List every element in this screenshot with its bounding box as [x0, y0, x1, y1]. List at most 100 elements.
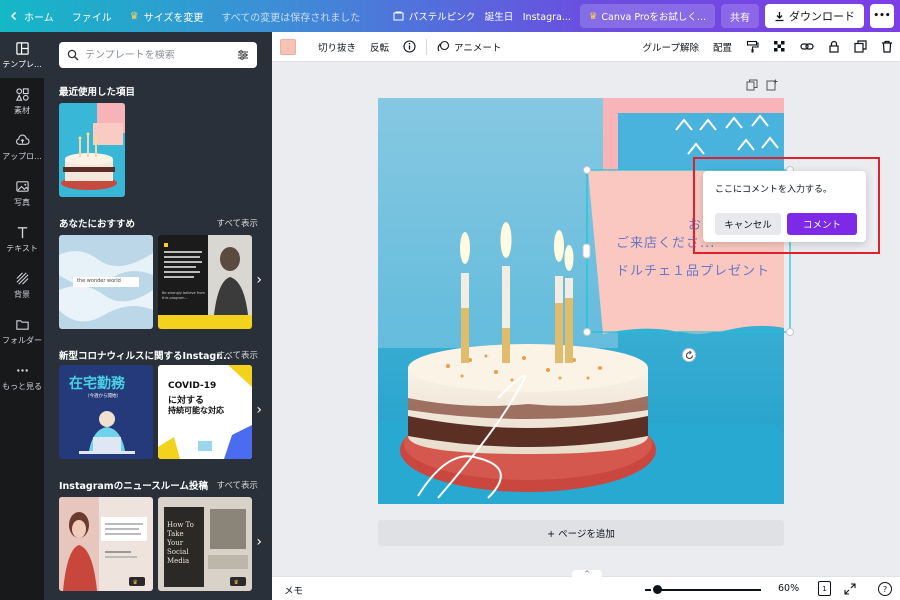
rail-label: フォルダー — [2, 335, 42, 345]
covid-see-all-link[interactable]: すべて表示 — [216, 349, 258, 361]
crop-label: 切り抜き — [318, 42, 357, 54]
chevron-left-icon — [10, 11, 17, 21]
rail-item-more[interactable]: もっと見る — [0, 354, 44, 400]
remote-work-template-thumbnail[interactable]: 在宅勤務 （今週から開始） — [59, 365, 153, 459]
toolbar-divider — [426, 38, 428, 55]
crown-icon: ♛ — [129, 10, 139, 22]
link-icon — [800, 43, 814, 50]
zoom-slider-track[interactable] — [655, 589, 761, 591]
news-next-arrow[interactable]: › — [256, 534, 262, 550]
duplicate-button[interactable] — [847, 32, 874, 62]
rail-label: テキスト — [6, 243, 38, 253]
copy-page-icon[interactable] — [746, 79, 758, 91]
quote-template-thumbnail[interactable]: Be strongly believe from this program... — [158, 235, 252, 329]
rail-item-templates[interactable]: テンプレ... — [0, 32, 44, 78]
rail-label: 写真 — [14, 197, 30, 207]
rail-item-uploads[interactable]: アップロ... — [0, 124, 44, 170]
arrange-label: 配置 — [712, 42, 732, 54]
share-label: 共有 — [730, 12, 750, 24]
animate-icon — [437, 40, 450, 52]
try-pro-button[interactable]: ♛ Canva Proをお試しく... — [579, 4, 715, 28]
recent-section-title: 最近使用した項目 — [59, 87, 136, 98]
home-button[interactable]: ホーム — [0, 0, 63, 32]
comment-popup: ここにコメントを入力する。 キャンセル コメント — [703, 171, 866, 242]
cake-thumbnail-image — [59, 103, 125, 197]
template-search[interactable] — [59, 42, 257, 68]
trash-icon — [882, 40, 892, 53]
notes-button[interactable]: メモ — [284, 583, 303, 597]
filter-icon[interactable] — [237, 49, 249, 61]
rotate-handle[interactable] — [682, 348, 696, 362]
page-count: 1 — [822, 584, 827, 593]
home-label: ホーム — [24, 12, 54, 24]
template-icon — [15, 41, 29, 55]
svg-text:♛: ♛ — [234, 579, 239, 586]
transparency-button[interactable] — [766, 32, 793, 62]
file-label: ファイル — [71, 12, 112, 24]
svg-text:♛: ♛ — [133, 579, 138, 586]
covid-template-thumbnail[interactable]: COVID-19 に対する 持続可能な対応 — [158, 365, 252, 459]
expand-notes-tab[interactable]: ^ — [572, 570, 602, 578]
laptop-person-illustration — [79, 411, 135, 454]
rail-label: アップロ... — [2, 151, 42, 161]
fullscreen-icon[interactable] — [844, 583, 856, 595]
zoom-slider-handle[interactable] — [653, 585, 662, 594]
recommend-see-all-link[interactable]: すべて表示 — [216, 217, 258, 229]
design-title-text: パステルピンク 誕生日 Instagra... — [408, 12, 571, 23]
rail-item-photos[interactable]: 写真 — [0, 170, 44, 216]
more-options-button[interactable]: ••• — [870, 4, 894, 28]
rail-label: 素材 — [14, 105, 30, 115]
delete-button[interactable] — [874, 32, 900, 62]
page-count-button[interactable]: 1 — [818, 581, 831, 596]
paint-roller-icon — [746, 40, 759, 53]
template-search-input[interactable] — [85, 49, 231, 61]
crown-icon: ♛ — [588, 10, 598, 22]
news-see-all-link[interactable]: すべて表示 — [216, 479, 258, 491]
recommend-next-arrow[interactable]: › — [256, 272, 262, 288]
link-button[interactable] — [793, 32, 821, 62]
rotate-icon — [685, 350, 693, 359]
transparency-icon — [774, 41, 785, 52]
covid-next-arrow[interactable]: › — [256, 402, 262, 418]
ungroup-button[interactable]: グループ解除 — [636, 32, 706, 62]
covid-line-2: 持続可能な対応 — [168, 406, 224, 415]
comment-submit-button[interactable]: コメント — [787, 213, 857, 235]
rail-label: もっと見る — [2, 381, 42, 391]
file-menu[interactable]: ファイル — [63, 0, 121, 32]
more-options-label: ••• — [873, 11, 891, 21]
flip-button[interactable]: 反転 — [363, 32, 396, 62]
news-template-thumbnail-2[interactable]: ♛ How To Take Your Social Media — [158, 497, 252, 591]
page-controls — [746, 79, 778, 91]
rail-item-background[interactable]: 背景 — [0, 262, 44, 308]
woman-portrait-image: ♛ — [59, 497, 147, 591]
arrange-button[interactable]: 配置 — [706, 32, 739, 62]
ocean-template-thumbnail[interactable]: the wonder world — [59, 235, 153, 329]
download-button[interactable]: ダウンロード — [765, 4, 864, 28]
comment-cancel-button[interactable]: キャンセル — [715, 213, 781, 235]
lock-button[interactable] — [821, 32, 847, 62]
zoom-percentage[interactable]: 60% — [778, 583, 799, 594]
share-button[interactable]: 共有 — [721, 4, 759, 28]
rail-item-folder[interactable]: フォルダー — [0, 308, 44, 354]
color-swatch-button[interactable] — [272, 32, 303, 62]
cloud-saved-icon — [393, 11, 404, 21]
help-button[interactable]: ? — [878, 582, 892, 596]
rail-item-text[interactable]: テキスト — [0, 216, 44, 262]
covid-title: COVID-19 — [168, 381, 217, 391]
resize-button[interactable]: ♛ サイズを変更 — [121, 0, 213, 32]
save-status-text: すべての変更は保存されました — [221, 12, 361, 24]
folder-icon — [15, 319, 29, 330]
copy-style-button[interactable] — [739, 32, 766, 62]
comment-input[interactable]: ここにコメントを入力する。 — [715, 182, 832, 195]
crop-button[interactable]: 切り抜き — [311, 32, 363, 62]
info-button[interactable] — [396, 32, 423, 62]
news-template-thumbnail-1[interactable]: ♛ — [59, 497, 153, 591]
design-title[interactable]: パステルピンク 誕生日 Instagra... — [384, 0, 580, 32]
zoom-out-icon[interactable] — [645, 589, 651, 591]
animate-button[interactable]: アニメート — [430, 32, 508, 62]
rail-item-elements[interactable]: 素材 — [0, 78, 44, 124]
add-page-button[interactable]: + ページを追加 — [378, 520, 784, 546]
bottom-bar: メモ ^ 60% 1 ? — [272, 570, 900, 600]
add-page-icon[interactable] — [766, 79, 778, 91]
recent-template-thumbnail[interactable] — [59, 103, 125, 197]
